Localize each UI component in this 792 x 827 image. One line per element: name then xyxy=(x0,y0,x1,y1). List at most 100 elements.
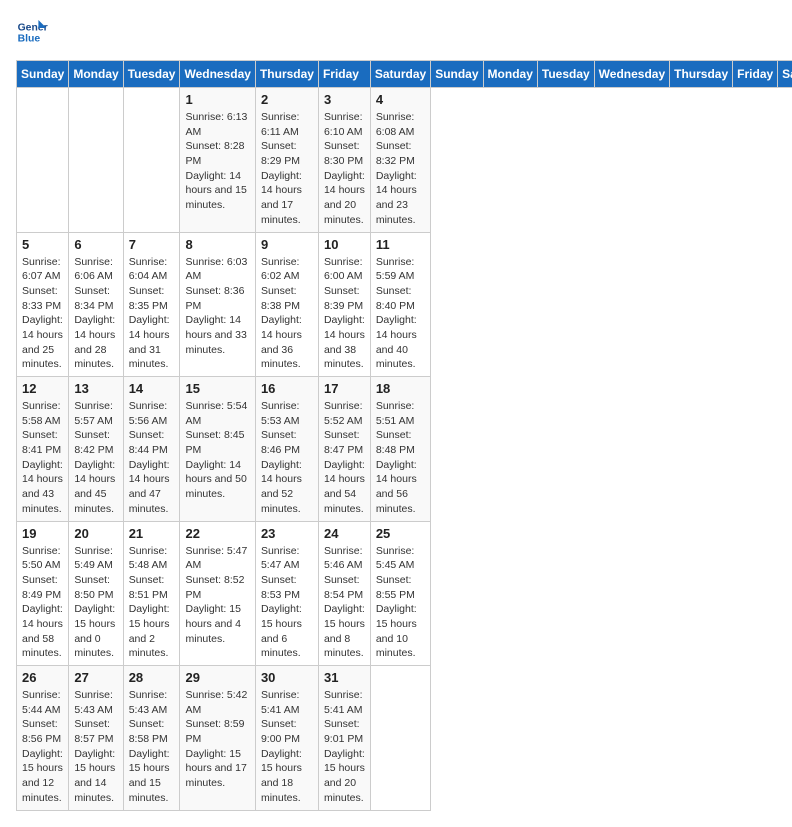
calendar-cell: 16 Sunrise: 5:53 AM Sunset: 8:46 PM Dayli… xyxy=(255,377,318,522)
day-number: 6 xyxy=(74,237,117,252)
calendar-cell: 6Sunrise: 6:06 AM Sunset: 8:34 PM Daylig… xyxy=(69,232,123,377)
calendar-cell: 28 Sunrise: 5:43 AM Sunset: 8:58 PM Dayli… xyxy=(123,666,180,811)
calendar-cell: 18 Sunrise: 5:51 AM Sunset: 8:48 PM Dayli… xyxy=(370,377,430,522)
calendar-cell: 4Sunrise: 6:08 AM Sunset: 8:32 PM Daylig… xyxy=(370,88,430,233)
day-info: Sunrise: 5:53 AM Sunset: 8:46 PM Dayligh… xyxy=(261,399,313,517)
day-number: 30 xyxy=(261,670,313,685)
calendar-cell: 2 Sunrise: 6:11 AM Sunset: 8:29 PM Daylig… xyxy=(255,88,318,233)
calendar-cell: 14 Sunrise: 5:56 AM Sunset: 8:44 PM Dayli… xyxy=(123,377,180,522)
day-number: 19 xyxy=(22,526,63,541)
day-info: Sunrise: 6:08 AM Sunset: 8:32 PM Dayligh… xyxy=(376,110,425,228)
calendar-cell: 22 Sunrise: 5:47 AM Sunset: 8:52 PM Dayli… xyxy=(180,521,255,666)
calendar-cell: 5Sunrise: 6:07 AM Sunset: 8:33 PM Daylig… xyxy=(17,232,69,377)
calendar-cell: 21 Sunrise: 5:48 AM Sunset: 8:51 PM Dayli… xyxy=(123,521,180,666)
calendar-cell: 3 Sunrise: 6:10 AM Sunset: 8:30 PM Daylig… xyxy=(318,88,370,233)
day-number: 16 xyxy=(261,381,313,396)
day-info: Sunrise: 5:58 AM Sunset: 8:41 PM Dayligh… xyxy=(22,399,63,517)
day-info: Sunrise: 5:43 AM Sunset: 8:57 PM Dayligh… xyxy=(74,688,117,806)
calendar-cell xyxy=(69,88,123,233)
day-info: Sunrise: 5:52 AM Sunset: 8:47 PM Dayligh… xyxy=(324,399,365,517)
day-info: Sunrise: 6:04 AM Sunset: 8:35 PM Dayligh… xyxy=(129,255,175,373)
day-info: Sunrise: 5:46 AM Sunset: 8:54 PM Dayligh… xyxy=(324,544,365,662)
day-info: Sunrise: 5:51 AM Sunset: 8:48 PM Dayligh… xyxy=(376,399,425,517)
day-of-week-header: Monday xyxy=(69,61,123,88)
day-of-week-header: Saturday xyxy=(778,61,792,88)
day-info: Sunrise: 5:43 AM Sunset: 8:58 PM Dayligh… xyxy=(129,688,175,806)
day-info: Sunrise: 5:41 AM Sunset: 9:01 PM Dayligh… xyxy=(324,688,365,806)
day-info: Sunrise: 6:02 AM Sunset: 8:38 PM Dayligh… xyxy=(261,255,313,373)
page-header: General Blue xyxy=(16,16,776,48)
day-of-week-header: Friday xyxy=(733,61,778,88)
day-number: 14 xyxy=(129,381,175,396)
calendar-cell: 19 Sunrise: 5:50 AM Sunset: 8:49 PM Dayli… xyxy=(17,521,69,666)
day-info: Sunrise: 6:07 AM Sunset: 8:33 PM Dayligh… xyxy=(22,255,63,373)
calendar-cell xyxy=(370,666,430,811)
calendar-cell: 27 Sunrise: 5:43 AM Sunset: 8:57 PM Dayli… xyxy=(69,666,123,811)
day-info: Sunrise: 5:57 AM Sunset: 8:42 PM Dayligh… xyxy=(74,399,117,517)
day-of-week-header: Wednesday xyxy=(594,61,669,88)
day-number: 26 xyxy=(22,670,63,685)
calendar-cell: 25 Sunrise: 5:45 AM Sunset: 8:55 PM Dayli… xyxy=(370,521,430,666)
day-info: Sunrise: 6:13 AM Sunset: 8:28 PM Dayligh… xyxy=(185,110,249,213)
day-of-week-header: Sunday xyxy=(17,61,69,88)
calendar-cell: 1 Sunrise: 6:13 AM Sunset: 8:28 PM Daylig… xyxy=(180,88,255,233)
day-info: Sunrise: 6:10 AM Sunset: 8:30 PM Dayligh… xyxy=(324,110,365,228)
day-number: 12 xyxy=(22,381,63,396)
day-info: Sunrise: 5:45 AM Sunset: 8:55 PM Dayligh… xyxy=(376,544,425,662)
calendar-cell: 7 Sunrise: 6:04 AM Sunset: 8:35 PM Daylig… xyxy=(123,232,180,377)
day-info: Sunrise: 5:54 AM Sunset: 8:45 PM Dayligh… xyxy=(185,399,249,502)
day-info: Sunrise: 6:03 AM Sunset: 8:36 PM Dayligh… xyxy=(185,255,249,358)
day-of-week-header: Thursday xyxy=(670,61,733,88)
day-number: 7 xyxy=(129,237,175,252)
logo-icon: General Blue xyxy=(16,16,48,48)
calendar-cell: 23Sunrise: 5:47 AM Sunset: 8:53 PM Dayli… xyxy=(255,521,318,666)
day-number: 29 xyxy=(185,670,249,685)
day-info: Sunrise: 5:56 AM Sunset: 8:44 PM Dayligh… xyxy=(129,399,175,517)
day-number: 23 xyxy=(261,526,313,541)
day-info: Sunrise: 5:44 AM Sunset: 8:56 PM Dayligh… xyxy=(22,688,63,806)
calendar-cell: 24Sunrise: 5:46 AM Sunset: 8:54 PM Dayli… xyxy=(318,521,370,666)
day-number: 25 xyxy=(376,526,425,541)
calendar-cell: 30Sunrise: 5:41 AM Sunset: 9:00 PM Dayli… xyxy=(255,666,318,811)
calendar-cell: 8Sunrise: 6:03 AM Sunset: 8:36 PM Daylig… xyxy=(180,232,255,377)
calendar-week-row: 19 Sunrise: 5:50 AM Sunset: 8:49 PM Dayli… xyxy=(17,521,792,666)
calendar-cell: 17 Sunrise: 5:52 AM Sunset: 8:47 PM Dayli… xyxy=(318,377,370,522)
day-of-week-header: Tuesday xyxy=(123,61,180,88)
day-info: Sunrise: 5:49 AM Sunset: 8:50 PM Dayligh… xyxy=(74,544,117,662)
day-info: Sunrise: 6:11 AM Sunset: 8:29 PM Dayligh… xyxy=(261,110,313,228)
day-number: 27 xyxy=(74,670,117,685)
day-number: 28 xyxy=(129,670,175,685)
calendar-table: SundayMondayTuesdayWednesdayThursdayFrid… xyxy=(16,60,792,811)
day-info: Sunrise: 5:47 AM Sunset: 8:52 PM Dayligh… xyxy=(185,544,249,647)
calendar-cell: 31Sunrise: 5:41 AM Sunset: 9:01 PM Dayli… xyxy=(318,666,370,811)
calendar-week-row: 12 Sunrise: 5:58 AM Sunset: 8:41 PM Dayli… xyxy=(17,377,792,522)
day-info: Sunrise: 5:48 AM Sunset: 8:51 PM Dayligh… xyxy=(129,544,175,662)
day-number: 3 xyxy=(324,92,365,107)
day-number: 11 xyxy=(376,237,425,252)
day-info: Sunrise: 5:59 AM Sunset: 8:40 PM Dayligh… xyxy=(376,255,425,373)
day-number: 1 xyxy=(185,92,249,107)
day-info: Sunrise: 5:42 AM Sunset: 8:59 PM Dayligh… xyxy=(185,688,249,791)
day-number: 17 xyxy=(324,381,365,396)
day-number: 18 xyxy=(376,381,425,396)
calendar-cell: 12 Sunrise: 5:58 AM Sunset: 8:41 PM Dayli… xyxy=(17,377,69,522)
calendar-cell: 13Sunrise: 5:57 AM Sunset: 8:42 PM Dayli… xyxy=(69,377,123,522)
calendar-cell: 15Sunrise: 5:54 AM Sunset: 8:45 PM Dayli… xyxy=(180,377,255,522)
logo: General Blue xyxy=(16,16,48,48)
calendar-cell xyxy=(17,88,69,233)
day-number: 22 xyxy=(185,526,249,541)
calendar-cell: 20Sunrise: 5:49 AM Sunset: 8:50 PM Dayli… xyxy=(69,521,123,666)
calendar-cell: 10Sunrise: 6:00 AM Sunset: 8:39 PM Dayli… xyxy=(318,232,370,377)
calendar-week-row: 5Sunrise: 6:07 AM Sunset: 8:33 PM Daylig… xyxy=(17,232,792,377)
calendar-week-row: 26 Sunrise: 5:44 AM Sunset: 8:56 PM Dayli… xyxy=(17,666,792,811)
day-info: Sunrise: 6:00 AM Sunset: 8:39 PM Dayligh… xyxy=(324,255,365,373)
day-number: 9 xyxy=(261,237,313,252)
calendar-week-row: 1 Sunrise: 6:13 AM Sunset: 8:28 PM Daylig… xyxy=(17,88,792,233)
day-number: 21 xyxy=(129,526,175,541)
day-of-week-header: Thursday xyxy=(255,61,318,88)
day-info: Sunrise: 5:50 AM Sunset: 8:49 PM Dayligh… xyxy=(22,544,63,662)
calendar-cell: 26 Sunrise: 5:44 AM Sunset: 8:56 PM Dayli… xyxy=(17,666,69,811)
day-of-week-header: Monday xyxy=(483,61,537,88)
day-of-week-header: Friday xyxy=(318,61,370,88)
day-number: 2 xyxy=(261,92,313,107)
